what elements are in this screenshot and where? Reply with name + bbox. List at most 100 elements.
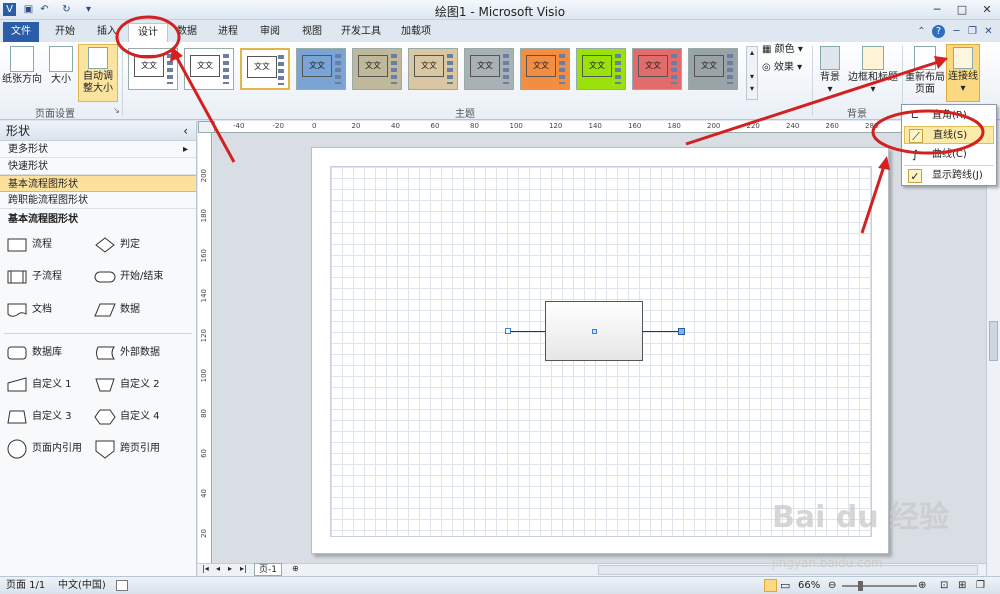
tab-insert[interactable]: 插入 <box>92 23 122 41</box>
zoom-slider-thumb[interactable] <box>858 581 863 591</box>
page-count[interactable]: 页面 1/1 <box>6 577 45 594</box>
ruler-tick-label: 140 <box>588 122 602 130</box>
borders-titles-label: 边框和标题 <box>848 72 898 83</box>
doc-restore-icon[interactable]: ❐ <box>966 25 979 38</box>
tab-process[interactable]: 进程 <box>212 23 244 41</box>
first-page-icon[interactable]: |◂ <box>202 564 209 573</box>
menu-item-right-angle[interactable]: ∟ 直角(R) <box>904 107 994 125</box>
ruler-tick-label: 0 <box>312 122 317 130</box>
center-handle[interactable] <box>592 329 597 334</box>
menu-item-curved[interactable]: ∫ 曲线(C) <box>904 146 994 164</box>
theme-option[interactable]: 文文 <box>408 48 458 90</box>
macro-record-icon[interactable] <box>116 580 128 591</box>
effects-dropdown[interactable]: ◎ 效果 ▾ <box>762 62 810 74</box>
vertical-scrollbar[interactable]: ▴ <box>986 121 1000 576</box>
connectors-button[interactable]: 连接线 ▾ <box>946 44 980 102</box>
ruler-tick-label: 160 <box>200 249 208 263</box>
ribbon-separator <box>122 46 123 116</box>
help-icon[interactable]: ? <box>932 25 945 38</box>
collapse-panel-icon[interactable]: ‹ <box>183 121 188 141</box>
shape-icon <box>6 343 28 363</box>
presentation-icon[interactable]: ▭ <box>780 577 790 594</box>
effects-icon: ◎ <box>762 62 774 73</box>
theme-option[interactable]: 文文 <box>352 48 402 90</box>
process-shape[interactable] <box>545 301 643 361</box>
full-screen-icon[interactable] <box>764 579 777 592</box>
ruler-tick-label: 220 <box>746 122 760 130</box>
connector-endpoint-handle[interactable] <box>505 328 511 334</box>
zoom-slider[interactable] <box>842 585 917 587</box>
shape-label: 子流程 <box>32 271 62 282</box>
theme-gallery-scroll[interactable]: ▴ ▾ ▾ <box>746 46 758 100</box>
theme-option[interactable]: 文文 <box>128 48 178 90</box>
minimize-button[interactable]: ─ <box>925 2 949 18</box>
theme-option[interactable]: 文文 <box>296 48 346 90</box>
language-status[interactable]: 中文(中国) <box>58 577 106 594</box>
more-shapes-item[interactable]: 更多形状 ▸ <box>0 141 196 158</box>
theme-option[interactable]: 文文 <box>576 48 626 90</box>
insert-page-icon[interactable]: ⊕ <box>292 564 299 573</box>
prev-page-icon[interactable]: ◂ <box>216 564 220 573</box>
cross-functional-item[interactable]: 跨职能流程图形状 <box>0 192 196 209</box>
theme-option[interactable]: 文文 <box>184 48 234 90</box>
tab-view[interactable]: 视图 <box>296 23 328 41</box>
doc-minimize-icon[interactable]: ─ <box>950 25 963 38</box>
ruler-tick-label: 180 <box>200 209 208 223</box>
close-button[interactable]: ✕ <box>975 2 999 18</box>
theme-option[interactable]: 文文 <box>464 48 514 90</box>
tab-data[interactable]: 数据 <box>172 23 202 41</box>
tab-addins[interactable]: 加载项 <box>396 23 436 41</box>
tab-design[interactable]: 设计 <box>128 23 168 43</box>
ribbon-collapse-icon[interactable]: ⌃ <box>915 25 928 38</box>
background-button[interactable]: 背景 ▾ <box>814 46 846 96</box>
tab-review[interactable]: 审阅 <box>254 23 286 41</box>
connector-endpoint-handle[interactable] <box>678 328 685 335</box>
tab-file[interactable]: 文件 <box>3 22 39 42</box>
theme-option[interactable]: 文文 <box>632 48 682 90</box>
last-page-icon[interactable]: ▸| <box>240 564 247 573</box>
relayout-button[interactable]: 重新布局页面 <box>904 46 946 96</box>
basic-flowchart-item[interactable]: 基本流程图形状 <box>0 175 196 192</box>
auto-size-button[interactable]: 自动调整大小 <box>78 44 118 102</box>
pan-zoom-icon[interactable]: ⊞ <box>958 577 966 594</box>
theme-option[interactable]: 文文 <box>520 48 570 90</box>
shape-icon <box>94 439 116 459</box>
ruler-tick-label: 140 <box>200 289 208 303</box>
theme-color-bars <box>447 54 453 84</box>
ruler-tick-label: 120 <box>549 122 563 130</box>
fit-page-icon[interactable]: ⊡ <box>940 577 948 594</box>
next-page-icon[interactable]: ▸ <box>228 564 232 573</box>
scroll-thumb[interactable] <box>989 321 998 361</box>
menu-item-straight[interactable]: ⟋ 直线(S) <box>904 126 994 144</box>
stencil-title: 基本流程图形状 <box>8 214 78 225</box>
switch-windows-icon[interactable]: ❐ <box>976 577 985 594</box>
shape-label: 外部数据 <box>120 347 160 358</box>
right-angle-label: 直角(R) <box>932 110 967 121</box>
orientation-button[interactable]: 纸张方向 <box>2 46 42 86</box>
zoom-level[interactable]: 66% <box>798 577 820 594</box>
ruler-tick-label: 200 <box>200 169 208 183</box>
theme-color-bars <box>223 54 229 84</box>
zoom-out-icon[interactable]: ⊖ <box>828 577 836 594</box>
theme-color-bars <box>615 54 621 84</box>
doc-close-icon[interactable]: ✕ <box>982 25 995 38</box>
horizontal-ruler: -40 -20 0 20 40 60 80 100 120 140 160 180 200 220 240 2… <box>215 121 1000 133</box>
size-button[interactable]: 大小 <box>46 46 76 86</box>
theme-preview: 文文 <box>470 55 500 77</box>
connectors-icon <box>953 47 973 69</box>
quick-shapes-item[interactable]: 快速形状 <box>0 158 196 175</box>
left-connector-line[interactable] <box>508 331 545 332</box>
theme-option[interactable]: 文文 <box>688 48 738 90</box>
theme-option[interactable]: 文文 <box>240 48 290 90</box>
borders-titles-button[interactable]: 边框和标题 ▾ <box>846 46 900 96</box>
page-tab-1[interactable]: 页-1 <box>254 563 282 576</box>
menu-item-show-jumps[interactable]: ✓ 显示跨线(J) <box>904 167 994 185</box>
tab-developer[interactable]: 开发工具 <box>336 23 386 41</box>
tab-home[interactable]: 开始 <box>48 23 82 41</box>
ruler-tick-label: 60 <box>430 122 440 130</box>
right-connector-line[interactable] <box>643 331 681 332</box>
maximize-button[interactable]: □ <box>950 2 974 18</box>
zoom-in-icon[interactable]: ⊕ <box>918 577 926 594</box>
connector-menu: ∟ 直角(R) ⟋ 直线(S) ∫ 曲线(C) ✓ 显示跨线(J) <box>901 104 997 186</box>
colors-dropdown[interactable]: ▦ 颜色 ▾ <box>762 44 810 56</box>
